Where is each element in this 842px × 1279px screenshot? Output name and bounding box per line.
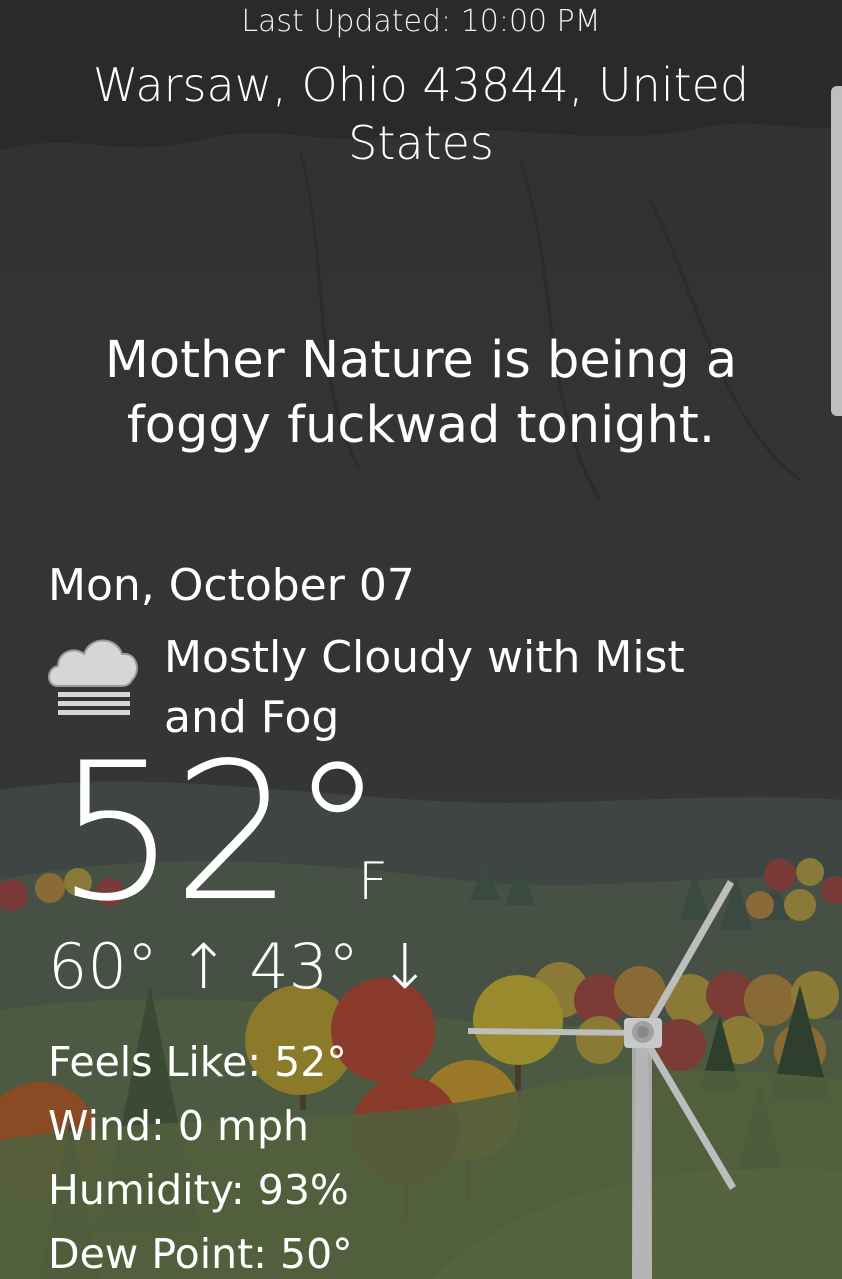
weather-details: Feels Like: 52° Wind: 0 mph Humidity: 93… — [48, 1030, 353, 1279]
last-updated-label: Last Updated: 10:00 PM — [241, 4, 601, 39]
scrollbar[interactable] — [831, 86, 842, 416]
cloud-fog-icon — [48, 639, 138, 715]
arrow-up-icon: ↑ — [157, 930, 250, 1003]
weather-phrase: Mother Nature is being a foggy fuckwad t… — [104, 331, 738, 455]
location-title[interactable]: Warsaw, Ohio 43844, United States — [90, 56, 752, 172]
arrow-down-icon: ↓ — [359, 930, 431, 1003]
dew-point: Dew Point: 50° — [48, 1230, 353, 1278]
weather-screen: Last Updated: 10:00 PM Warsaw, Ohio 4384… — [0, 0, 842, 1279]
low-temperature: 43° — [249, 930, 360, 1003]
feels-like: Feels Like: 52° — [48, 1038, 347, 1086]
current-temperature: 52° — [56, 722, 385, 943]
temperature-unit: F — [358, 852, 388, 912]
wind-speed: Wind: 0 mph — [48, 1102, 309, 1150]
high-low-row: 60° ↑ 43° ↓ — [48, 930, 431, 1003]
forecast-date: Mon, October 07 — [48, 560, 415, 611]
humidity: Humidity: 93% — [48, 1166, 349, 1214]
high-temperature: 60° — [48, 930, 158, 1003]
